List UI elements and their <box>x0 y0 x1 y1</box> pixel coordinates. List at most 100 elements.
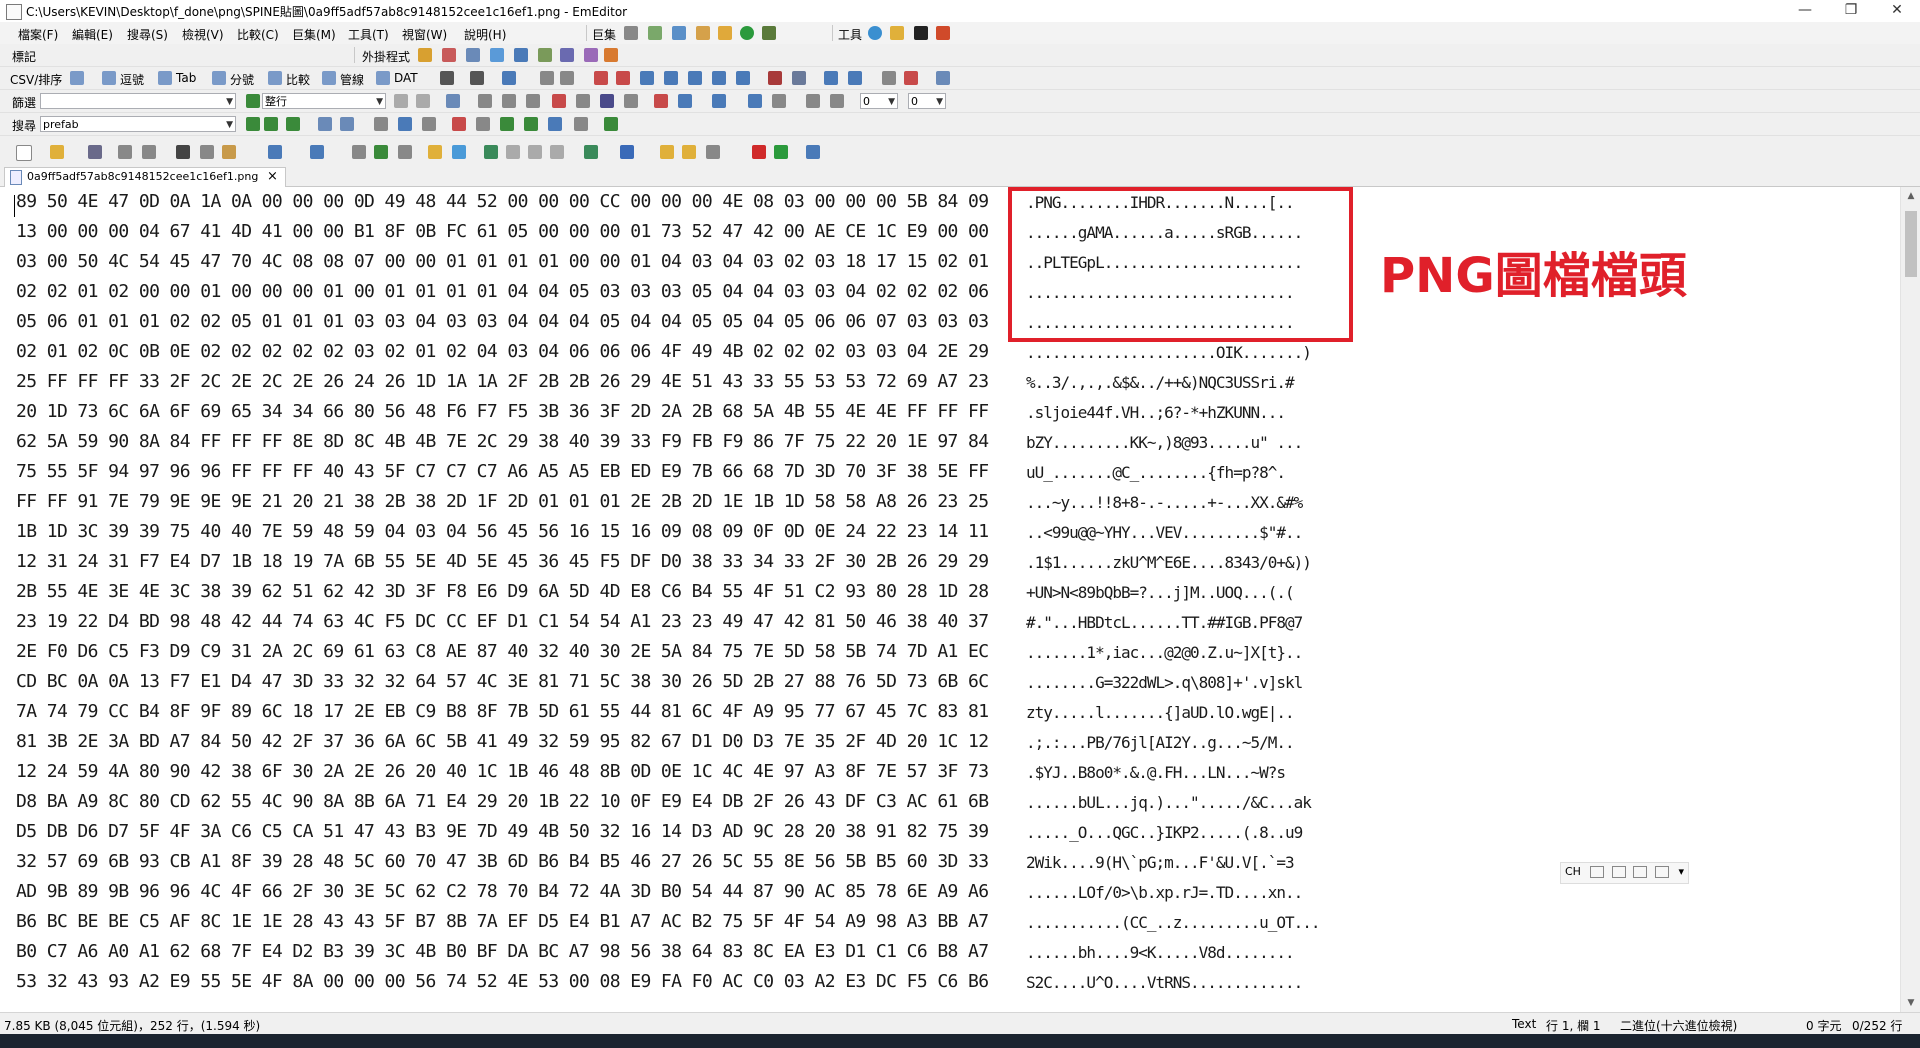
filter-funnel-icon[interactable] <box>452 145 466 159</box>
hex-row[interactable]: 75 55 5F 94 97 96 96 FF FF FF 40 43 5F C… <box>16 461 989 491</box>
hex-row[interactable]: 20 1D 73 6C 6A 6F 69 65 34 34 66 80 56 4… <box>16 401 989 431</box>
macro-record-icon[interactable] <box>672 26 686 40</box>
ascii-row[interactable]: .1$1......zkU^M^E6E....8343/0+&)) <box>1026 553 1312 583</box>
checkbox-icon[interactable] <box>706 145 720 159</box>
hex-row[interactable]: 12 24 59 4A 80 90 42 38 6F 30 2A 2E 26 2… <box>16 761 989 791</box>
print-preview-icon[interactable] <box>142 145 156 159</box>
outline-icon[interactable] <box>584 145 598 159</box>
status-encoding[interactable]: 二進位(十六進位檢視) <box>1620 1017 1737 1034</box>
dat-icon[interactable] <box>376 71 390 85</box>
compare-icon[interactable] <box>268 71 282 85</box>
macro-options-icon[interactable] <box>696 26 710 40</box>
ime-icon-3[interactable] <box>1633 866 1648 878</box>
list-icon[interactable] <box>882 71 896 85</box>
tools-toolbar-label[interactable]: 工具 <box>838 26 862 43</box>
csv-compare-button[interactable]: 比較 <box>286 71 310 88</box>
hex-row[interactable]: 81 3B 2E 3A BD A7 84 50 42 2F 37 36 6A 6… <box>16 731 989 761</box>
ascii-row[interactable]: ......LOf/0>\b.xp.rJ=.TD....xn.. <box>1026 883 1303 913</box>
replace-icon[interactable] <box>374 145 388 159</box>
ascii-row[interactable]: .$YJ..B8o0*.&.@.FH...LN...~W?s <box>1026 763 1286 793</box>
ascii-row[interactable]: zty.....l.......{]aUD.lO.wgE|.. <box>1026 703 1295 733</box>
ascii-row[interactable]: #."...HBDtcL......TT.##IGB.PF8@7 <box>1026 613 1303 643</box>
macro-step-icon[interactable] <box>762 26 776 40</box>
hex-row[interactable]: CD BC 0A 0A 13 F7 E1 D4 47 3D 33 32 32 6… <box>16 671 989 701</box>
ascii-row[interactable]: uU_.......@C_........{fh=p?8^. <box>1026 463 1286 493</box>
ascii-row[interactable]: +UN>N<89bQbB=?...j]M..UOQ...(.( <box>1026 583 1295 613</box>
regex-icon[interactable] <box>478 94 492 108</box>
find-prev-icon[interactable] <box>286 117 300 131</box>
pin-icon[interactable] <box>936 26 950 40</box>
layout-icon-1[interactable] <box>484 145 498 159</box>
search-bracket-icon[interactable] <box>422 117 436 131</box>
semicolon-icon[interactable] <box>212 71 226 85</box>
filter-clear-icon[interactable] <box>624 94 638 108</box>
close-button[interactable]: ✕ <box>1874 0 1920 22</box>
plugin-icon-1[interactable] <box>418 48 432 62</box>
ascii-row[interactable]: ........G=322dWL>.q\808]+'.v]skl <box>1026 673 1303 703</box>
hex-row[interactable]: 89 50 4E 47 0D 0A 1A 0A 00 00 00 0D 49 4… <box>16 191 989 221</box>
ascii-row[interactable]: ......bUL...jq.)..."...../&C...ak <box>1026 793 1312 823</box>
find-all-icon[interactable] <box>340 117 354 131</box>
status-mode[interactable]: Text <box>1512 1017 1536 1031</box>
macros-toolbar-label[interactable]: 巨集 <box>592 26 616 43</box>
macro-play-icon[interactable] <box>740 26 754 40</box>
web-icon[interactable] <box>620 145 634 159</box>
hex-row[interactable]: 05 06 01 01 01 02 02 05 01 01 01 03 03 0… <box>16 311 989 341</box>
print-icon[interactable] <box>118 145 132 159</box>
ascii-row[interactable]: .;.:...PB/76jl[AI2Y..g...~5/M.. <box>1026 733 1295 763</box>
csv-tab-button[interactable]: Tab <box>176 71 196 85</box>
ascii-row[interactable]: .sljoie44f.VH..;6?-*+hZKUNN... <box>1026 403 1286 433</box>
refresh-icon[interactable] <box>394 94 408 108</box>
filter-options-icon[interactable] <box>748 94 762 108</box>
csv-comma-button[interactable]: 逗號 <box>120 71 144 88</box>
ime-icon-1[interactable] <box>1590 866 1605 878</box>
ascii-row[interactable]: ...~y...!!8+8-.-.....+-...XX.&#% <box>1026 493 1303 523</box>
scroll-up-icon[interactable]: ▲ <box>1901 187 1920 205</box>
minus-icon[interactable] <box>600 94 614 108</box>
document-tab[interactable]: 0a9ff5adf57ab8c9148152cee1c16ef1.png × <box>4 167 286 187</box>
filter-number-2[interactable]: 0 ▼ <box>908 93 946 109</box>
hex-row[interactable]: AD 9B 89 9B 96 96 4C 4F 66 2F 30 3E 5C 6… <box>16 881 989 911</box>
csv-grid-icon[interactable] <box>70 71 84 85</box>
ascii-row[interactable]: 2Wik....9(H\`pG;m...F'&U.V[.`=3 <box>1026 853 1295 883</box>
col-icon-1[interactable] <box>540 71 554 85</box>
macro-edit-icon[interactable] <box>648 26 662 40</box>
run-macro-icon[interactable] <box>624 26 638 40</box>
csv-semicolon-button[interactable]: 分號 <box>230 71 254 88</box>
hex-row[interactable]: 23 19 22 D4 BD 98 48 42 44 74 63 4C F5 D… <box>16 611 989 641</box>
save-icon[interactable] <box>88 145 102 159</box>
hex-row[interactable]: B6 BC BE BE C5 AF 8C 1E 1E 28 43 43 5F B… <box>16 911 989 941</box>
filter-number-1[interactable]: 0 ▼ <box>860 93 898 109</box>
find-icon[interactable] <box>318 117 332 131</box>
down-arrow-icon[interactable] <box>712 94 726 108</box>
bookmark-icon[interactable] <box>654 94 668 108</box>
hex-row[interactable]: 1B 1D 3C 39 39 75 40 40 7E 59 48 59 04 0… <box>16 521 989 551</box>
layout-icon-2[interactable] <box>506 145 520 159</box>
hex-row[interactable]: 25 FF FF FF 33 2F 2C 2E 2C 2E 26 24 26 1… <box>16 371 989 401</box>
hex-row[interactable]: 7A 74 79 CC B4 8F 9F 89 6C 18 17 2E EB C… <box>16 701 989 731</box>
config-icon[interactable] <box>660 145 674 159</box>
tool-settings-icon[interactable] <box>806 145 820 159</box>
sort-icon-3[interactable] <box>640 71 654 85</box>
more-options-icon[interactable] <box>936 71 950 85</box>
notepad-icon[interactable] <box>890 26 904 40</box>
split-icon-2[interactable] <box>848 71 862 85</box>
status-position[interactable]: 行 1, 欄 1 <box>1546 1017 1601 1034</box>
find-in-files-icon[interactable] <box>398 145 412 159</box>
macro-select-icon[interactable] <box>718 26 732 40</box>
hex-row[interactable]: 62 5A 59 90 8A 84 FF FF FF 8E 8D 8C 4B 4… <box>16 431 989 461</box>
new-file-icon[interactable] <box>16 145 32 161</box>
tools-icon[interactable] <box>470 71 484 85</box>
search-input[interactable]: prefab ▼ <box>40 116 236 132</box>
tab-icon[interactable] <box>158 71 172 85</box>
comma-icon[interactable] <box>102 71 116 85</box>
ime-icon-4[interactable] <box>1654 866 1669 878</box>
plugin-icon-8[interactable] <box>584 48 598 62</box>
sort-icon-4[interactable] <box>664 71 678 85</box>
filter-mode-select[interactable]: 整行 ▼ <box>262 93 386 109</box>
sort-desc-icon[interactable] <box>616 71 630 85</box>
hex-row[interactable]: B0 C7 A6 A0 A1 62 68 7F E4 D2 B3 39 3C 4… <box>16 941 989 971</box>
menu-view[interactable]: 檢視(V) <box>182 26 224 43</box>
search-case-icon[interactable] <box>452 117 466 131</box>
hex-row[interactable]: 32 57 69 6B 93 CB A1 8F 39 28 48 5C 60 7… <box>16 851 989 881</box>
